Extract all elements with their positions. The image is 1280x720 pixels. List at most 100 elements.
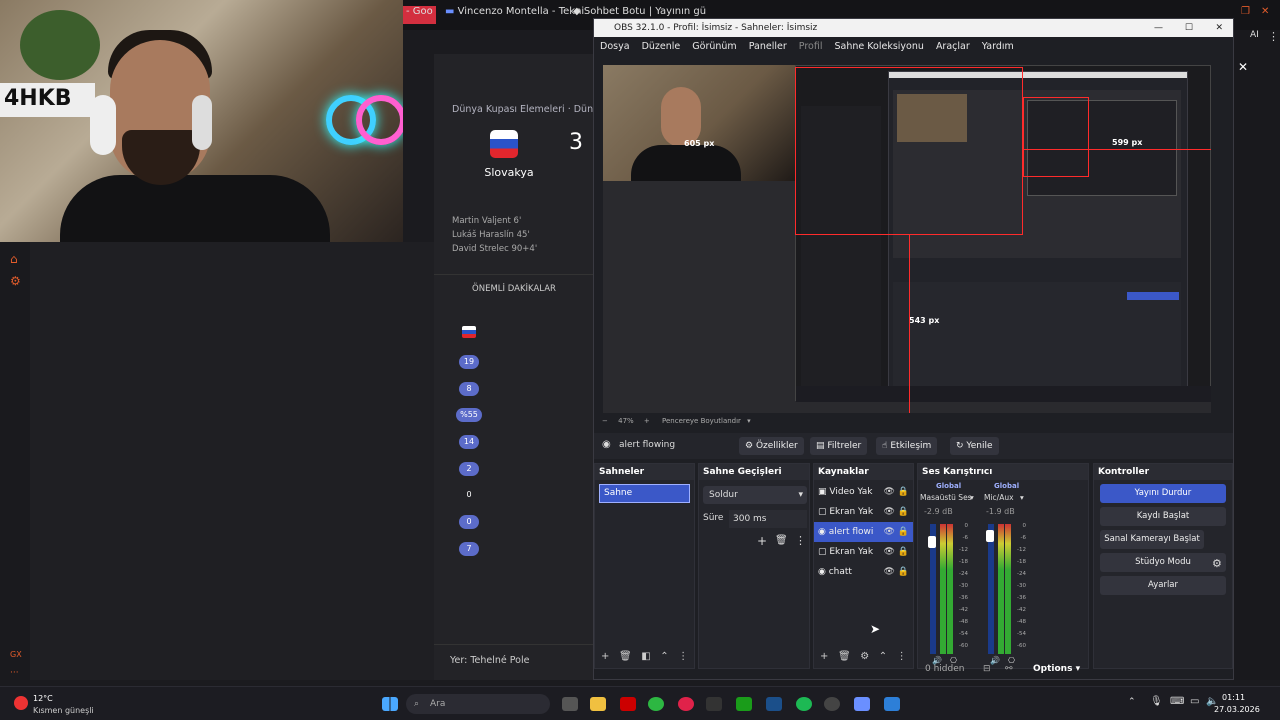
epic-games-icon[interactable] bbox=[706, 697, 722, 711]
display-icon[interactable]: ▭ bbox=[1190, 696, 1199, 707]
gear-icon[interactable]: ⚙ bbox=[1212, 557, 1222, 570]
interact-button[interactable]: ☝ Etkileşim bbox=[876, 437, 938, 455]
menu-scene-collection[interactable]: Sahne Koleksiyonu bbox=[835, 41, 924, 52]
visibility-lock-icons[interactable]: 👁 🔒 bbox=[884, 522, 910, 542]
file-explorer-icon[interactable] bbox=[590, 697, 606, 711]
obs-icon[interactable] bbox=[824, 697, 840, 711]
menu-view[interactable]: Görünüm bbox=[692, 41, 736, 52]
chevron-down-icon[interactable]: ▾ bbox=[1020, 493, 1024, 502]
chevron-up-icon[interactable]: ⌃ bbox=[1128, 697, 1136, 707]
stat-pill: 19 bbox=[459, 355, 479, 369]
task-view-icon[interactable] bbox=[562, 697, 578, 711]
discord-icon[interactable] bbox=[854, 697, 870, 711]
more-icon[interactable]: ⋮ bbox=[678, 651, 688, 662]
db-tick: -24 bbox=[1017, 571, 1026, 577]
sources-dock: Kaynaklar ▣ Video Yak 👁 🔒 ▢ Ekran Yak 👁 🔒 … bbox=[813, 463, 914, 669]
close-panel-icon[interactable]: ✕ bbox=[1238, 60, 1248, 74]
restore-icon[interactable]: ❐ bbox=[1241, 6, 1250, 24]
gear-icon[interactable]: ⚙ bbox=[860, 651, 869, 662]
visibility-lock-icons[interactable]: 👁 🔒 bbox=[884, 482, 910, 502]
trash-icon[interactable]: 🗑 bbox=[838, 651, 851, 662]
opera-gx-icon[interactable] bbox=[678, 697, 694, 711]
app-icon[interactable] bbox=[884, 697, 900, 711]
filter-icon[interactable]: ◧ bbox=[641, 651, 650, 662]
weather-icon[interactable] bbox=[14, 696, 28, 710]
whatsapp-icon[interactable] bbox=[648, 697, 664, 711]
chevron-down-icon[interactable]: ▾ bbox=[747, 417, 751, 425]
source-row[interactable]: ▣ Video Yak 👁 🔒 bbox=[814, 482, 913, 502]
menu-edit[interactable]: Düzenle bbox=[642, 41, 681, 52]
start-record-button[interactable]: Kaydı Başlat bbox=[1100, 507, 1226, 526]
more-icon[interactable]: ··· bbox=[10, 668, 19, 678]
taskbar-search[interactable]: ⌕ Ara bbox=[406, 694, 550, 714]
keyboard-icon[interactable]: ⌨ bbox=[1170, 696, 1184, 707]
zoom-in-icon[interactable]: + bbox=[644, 417, 650, 425]
db-tick: -6 bbox=[1020, 535, 1026, 541]
menu-tools[interactable]: Araçlar bbox=[936, 41, 970, 52]
trash-icon[interactable]: 🗑 bbox=[775, 535, 788, 546]
minimize-icon[interactable]: — bbox=[1154, 19, 1163, 37]
home-icon[interactable]: ⌂ bbox=[10, 252, 18, 266]
transition-value: Soldur bbox=[709, 490, 738, 500]
close-icon[interactable]: ✕ bbox=[1261, 6, 1269, 24]
link-icon[interactable]: ⚯ bbox=[1005, 659, 1013, 679]
source-row[interactable]: ▢ Ekran Yak 👁 🔒 bbox=[814, 502, 913, 522]
volume-fader[interactable] bbox=[988, 524, 994, 654]
source-row-selected[interactable]: ◉ alert flowi 👁 🔒 bbox=[814, 522, 913, 542]
fader-handle[interactable] bbox=[928, 536, 936, 548]
virtual-camera-button[interactable]: Sanal Kamerayı Başlat bbox=[1100, 530, 1204, 549]
more-icon[interactable]: ⋮ bbox=[897, 651, 907, 662]
fit-label[interactable]: Pencereye Boyutlandır bbox=[662, 417, 741, 425]
duration-input[interactable]: 300 ms bbox=[729, 510, 807, 528]
source-name: Ekran Yak bbox=[829, 507, 874, 517]
monitor-icon: ▢ bbox=[818, 547, 830, 557]
ai-label[interactable]: AI bbox=[1250, 30, 1259, 40]
steam-icon[interactable] bbox=[766, 697, 782, 711]
windows-start-icon[interactable] bbox=[382, 697, 398, 711]
chevron-up-icon[interactable]: ⌃ bbox=[660, 651, 668, 662]
refresh-button[interactable]: ↻ Yenile bbox=[950, 437, 999, 455]
stop-stream-button[interactable]: Yayını Durdur bbox=[1100, 484, 1226, 503]
scene-item[interactable]: Sahne bbox=[599, 484, 690, 503]
properties-button[interactable]: ⚙ Özellikler bbox=[739, 437, 804, 455]
add-icon[interactable]: + bbox=[820, 651, 828, 662]
selection-box[interactable] bbox=[1023, 97, 1089, 177]
options-button[interactable]: Options ▾ bbox=[1033, 659, 1080, 679]
obs-preview[interactable]: 605 px 599 px 543 px bbox=[603, 65, 1211, 413]
menu-docks[interactable]: Paneller bbox=[749, 41, 787, 52]
tab-vincenzo[interactable]: ▬ Vincenzo Montella - Tekni bbox=[445, 6, 584, 24]
studio-mode-button[interactable]: Stüdyo Modu bbox=[1100, 553, 1226, 572]
selection-box[interactable] bbox=[795, 67, 1023, 235]
more-icon[interactable]: ⋮ bbox=[795, 534, 806, 547]
microphone-icon[interactable]: 🎙 bbox=[1150, 696, 1163, 707]
clock-date[interactable]: 27.03.2026 bbox=[1214, 705, 1260, 714]
spotify-icon[interactable] bbox=[796, 697, 812, 711]
source-row[interactable]: ◉ chatt 👁 🔒 bbox=[814, 562, 913, 582]
clock-time[interactable]: 01:11 bbox=[1222, 693, 1245, 702]
zoom-out-icon[interactable]: − bbox=[602, 417, 608, 425]
source-row[interactable]: ▢ Ekran Yak 👁 🔒 bbox=[814, 542, 913, 562]
transition-select[interactable]: Soldur ▾ bbox=[703, 486, 807, 504]
menu-file[interactable]: Dosya bbox=[600, 41, 630, 52]
tab-google[interactable]: - Goo bbox=[403, 6, 436, 24]
chevron-down-icon[interactable]: ▾ bbox=[970, 493, 974, 502]
add-icon[interactable]: + bbox=[601, 651, 609, 662]
fader-handle[interactable] bbox=[986, 530, 994, 542]
chevron-up-icon[interactable]: ⌃ bbox=[879, 651, 887, 662]
close-icon[interactable]: ✕ bbox=[1215, 19, 1223, 37]
netflix-icon[interactable] bbox=[620, 697, 636, 711]
layout-icon[interactable]: ⊟ bbox=[983, 659, 991, 679]
trash-icon[interactable]: 🗑 bbox=[619, 651, 632, 662]
menu-icon[interactable]: ⋮ bbox=[1268, 30, 1279, 43]
settings-button[interactable]: Ayarlar bbox=[1100, 576, 1226, 595]
menu-profile[interactable]: Profil bbox=[799, 41, 823, 52]
visibility-lock-icons[interactable]: 👁 🔒 bbox=[884, 502, 910, 522]
maximize-icon[interactable]: ☐ bbox=[1185, 19, 1193, 37]
settings-icon[interactable]: ⚙ bbox=[10, 274, 21, 288]
filters-button[interactable]: ▤ Filtreler bbox=[810, 437, 868, 455]
add-icon[interactable]: + bbox=[757, 534, 767, 548]
visibility-lock-icons[interactable]: 👁 🔒 bbox=[884, 562, 910, 582]
visibility-lock-icons[interactable]: 👁 🔒 bbox=[884, 542, 910, 562]
xbox-icon[interactable] bbox=[736, 697, 752, 711]
menu-help[interactable]: Yardım bbox=[982, 41, 1014, 52]
